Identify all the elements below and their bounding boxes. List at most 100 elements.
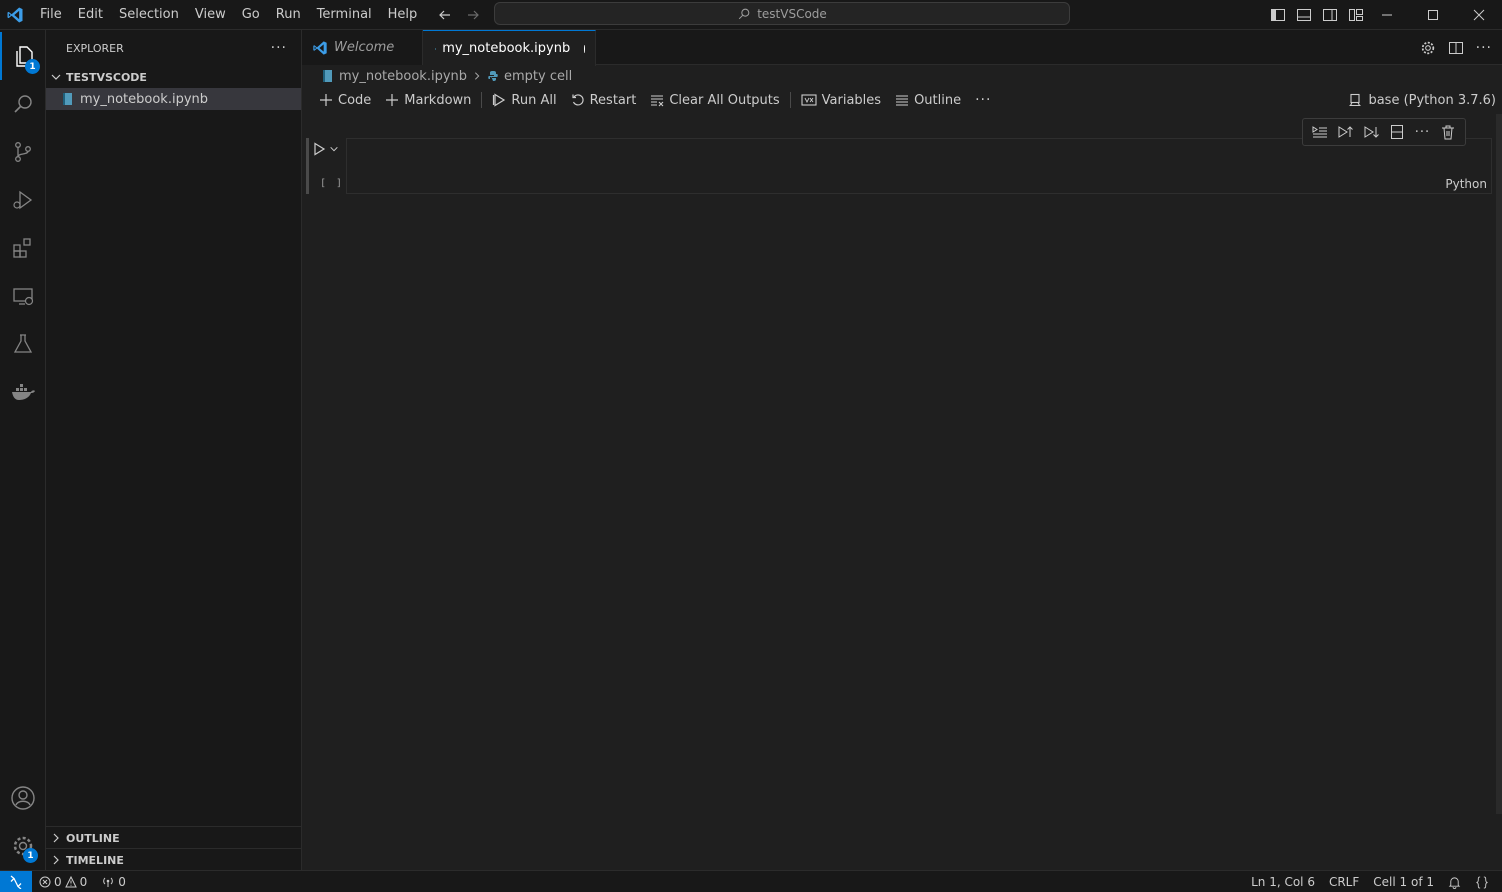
bell-icon[interactable] [1441, 871, 1468, 892]
source-control-activity[interactable] [0, 128, 46, 176]
command-center-search[interactable]: testVSCode [494, 2, 1070, 25]
folder-section-header[interactable]: TESTVSCODE [46, 66, 301, 88]
close-icon[interactable] [1456, 0, 1502, 30]
gear-icon[interactable] [1420, 40, 1436, 56]
accounts-activity[interactable] [0, 774, 46, 822]
cell-focus-indicator [306, 138, 309, 194]
forward-arrow-icon[interactable] [464, 6, 482, 24]
error-icon [39, 876, 51, 887]
account-icon [11, 786, 35, 810]
search-activity[interactable] [0, 80, 46, 128]
menu-bar: File Edit Selection View Go Run Terminal… [32, 0, 425, 30]
kernel-picker[interactable]: base (Python 3.7.6) [1348, 87, 1496, 113]
toolbar-separator [481, 92, 483, 108]
vertical-scrollbar[interactable] [1496, 114, 1502, 814]
timeline-section[interactable]: TIMELINE [46, 848, 301, 870]
end-of-line[interactable]: CRLF [1322, 871, 1366, 892]
notebook-file-icon [323, 70, 332, 82]
split-editor-icon[interactable] [1448, 40, 1464, 56]
chevron-right-icon [53, 855, 59, 865]
run-all-label: Run All [511, 92, 557, 108]
docker-icon [12, 384, 35, 400]
sidebar-title: EXPLORER [66, 41, 124, 55]
tab-my-notebook[interactable]: my_notebook.ipynb [423, 30, 596, 66]
menu-terminal[interactable]: Terminal [309, 0, 380, 30]
variables-button[interactable]: Variables [794, 88, 888, 112]
warning-count: 0 [79, 874, 88, 889]
explorer-sidebar: EXPLORER ··· TESTVSCODE my_notebook.ipyn… [46, 30, 302, 870]
run-by-line-icon[interactable] [1309, 121, 1331, 143]
notebook-file-icon [63, 93, 72, 105]
outline-header: OUTLINE [46, 827, 301, 849]
search-icon [14, 95, 32, 113]
run-debug-activity[interactable] [0, 176, 46, 224]
variables-label: Variables [821, 92, 882, 108]
menu-go[interactable]: Go [234, 0, 268, 30]
menu-selection[interactable]: Selection [111, 0, 187, 30]
chevron-down-icon[interactable] [329, 144, 339, 154]
customize-layout-icon[interactable] [1346, 6, 1365, 25]
navigation-arrows [436, 0, 482, 30]
testing-activity[interactable] [0, 320, 46, 368]
menu-view[interactable]: View [187, 0, 234, 30]
breadcrumb: my_notebook.ipynb empty cell [302, 65, 1502, 87]
status-bar: 0 0 0 Ln 1, Col 6 CRLF Cell 1 of 1 [0, 870, 1502, 892]
tab-welcome[interactable]: Welcome [302, 30, 423, 65]
execute-above-icon[interactable] [1334, 121, 1356, 143]
editor-tabs: Welcome my_notebook.ipynb ··· [302, 30, 1502, 66]
extensions-activity[interactable] [0, 224, 46, 272]
toggle-panel-icon[interactable] [1294, 6, 1313, 25]
remote-indicator[interactable] [0, 870, 32, 892]
timeline-label: TIMELINE [66, 853, 124, 867]
problems-indicator[interactable]: 0 0 [32, 871, 94, 892]
cell-toolbar: ··· [1302, 118, 1466, 146]
outline-section[interactable]: OUTLINE [46, 826, 301, 848]
source-control-icon [15, 142, 31, 162]
menu-run[interactable]: Run [268, 0, 309, 30]
explorer-activity[interactable]: 1 [0, 32, 46, 80]
menu-file[interactable]: File [32, 0, 70, 30]
notebook-toolbar: Code Markdown Run All Restart Clear All … [302, 87, 1502, 113]
code-cell-editor[interactable]: Python [346, 138, 1492, 194]
clear-all-outputs-button[interactable]: Clear All Outputs [643, 88, 786, 112]
manage-activity[interactable]: 1 [0, 822, 46, 870]
outline-button[interactable]: Outline [888, 88, 968, 112]
kernel-icon [1349, 93, 1361, 107]
extensions-icon [13, 238, 31, 258]
run-all-button[interactable]: Run All [485, 88, 563, 112]
menu-help[interactable]: Help [380, 0, 426, 30]
more-actions-icon[interactable]: ··· [1476, 40, 1492, 56]
ports-indicator[interactable]: 0 [94, 871, 133, 892]
more-actions-icon[interactable]: ··· [1411, 121, 1433, 143]
run-cell-button[interactable] [312, 140, 346, 158]
ports-count: 0 [118, 874, 126, 889]
split-cell-icon[interactable] [1386, 121, 1408, 143]
breadcrumb-file[interactable]: my_notebook.ipynb [339, 69, 467, 84]
execute-below-icon[interactable] [1360, 121, 1382, 143]
toggle-secondary-sidebar-icon[interactable] [1320, 6, 1339, 25]
cell-language[interactable]: Python [1445, 177, 1487, 191]
chevron-down-icon [51, 74, 61, 80]
add-code-cell-button[interactable]: Code [312, 88, 378, 112]
trash-icon[interactable] [1437, 121, 1459, 143]
cell-position[interactable]: Cell 1 of 1 [1366, 871, 1441, 892]
maximize-icon[interactable] [1410, 0, 1456, 30]
unsaved-dot-icon[interactable] [584, 44, 585, 53]
toggle-primary-sidebar-icon[interactable] [1268, 6, 1287, 25]
back-arrow-icon[interactable] [436, 6, 454, 24]
braces-icon[interactable] [1468, 871, 1496, 892]
restart-label: Restart [589, 92, 637, 108]
file-item-my-notebook[interactable]: my_notebook.ipynb [46, 88, 301, 110]
settings-badge: 1 [23, 848, 38, 863]
minimize-icon[interactable] [1364, 0, 1410, 30]
more-actions-icon[interactable]: ··· [271, 40, 287, 56]
more-actions-icon[interactable]: ··· [968, 88, 998, 112]
activity-bar: 1 1 [0, 30, 46, 870]
menu-edit[interactable]: Edit [70, 0, 111, 30]
docker-activity[interactable] [0, 368, 46, 416]
add-markdown-cell-button[interactable]: Markdown [378, 88, 478, 112]
remote-explorer-activity[interactable] [0, 272, 46, 320]
breadcrumb-cell[interactable]: empty cell [504, 69, 572, 84]
cursor-position[interactable]: Ln 1, Col 6 [1244, 871, 1322, 892]
restart-button[interactable]: Restart [564, 88, 644, 112]
